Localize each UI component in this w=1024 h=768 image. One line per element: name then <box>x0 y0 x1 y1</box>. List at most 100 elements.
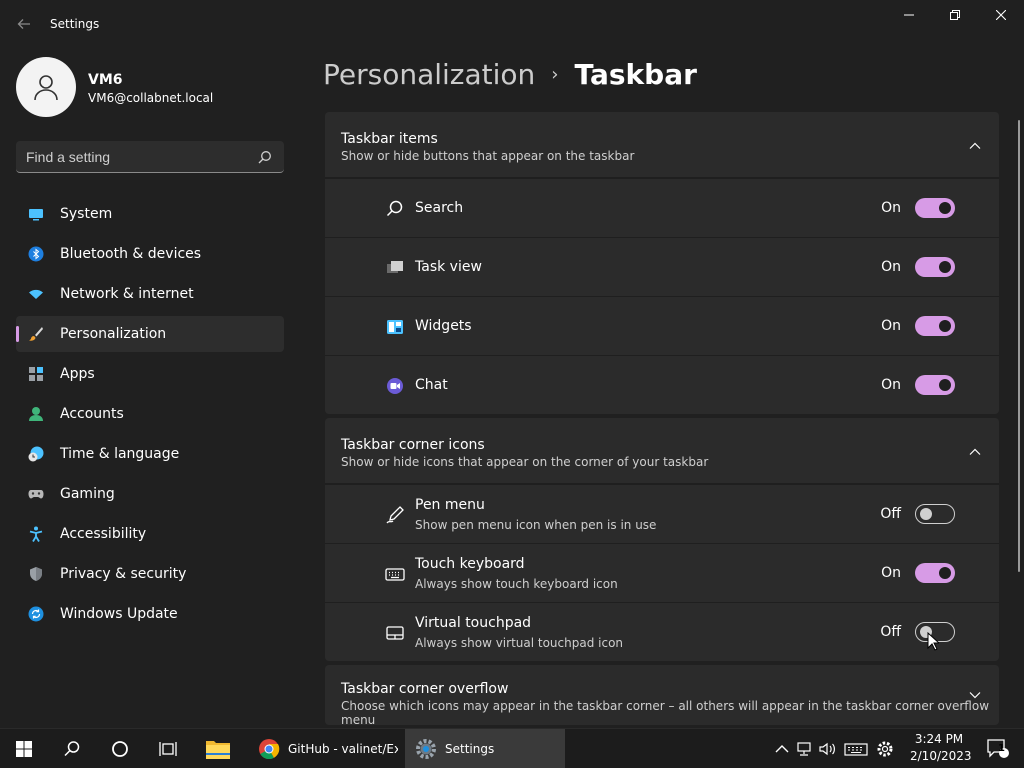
toggle-knob <box>939 567 951 579</box>
chevron-down-icon[interactable] <box>967 687 983 703</box>
back-arrow-icon <box>17 19 30 29</box>
page-title: Taskbar <box>574 58 697 91</box>
sidebar-item-network[interactable]: Network & internet <box>16 276 284 312</box>
setting-label: Pen menu <box>415 497 485 513</box>
close-button[interactable] <box>978 0 1024 32</box>
wifi-icon <box>29 289 43 299</box>
setting-label: Search <box>415 200 464 216</box>
start-button[interactable] <box>4 729 44 768</box>
system-icon <box>29 209 43 221</box>
sidebar-item-gaming[interactable]: Gaming <box>16 476 284 512</box>
chevron-up-icon[interactable] <box>967 138 983 154</box>
toggle-state-label: Off <box>880 506 901 522</box>
pen-icon <box>386 506 404 524</box>
keyboard-icon <box>385 568 405 581</box>
back-button[interactable] <box>12 12 36 36</box>
taskbar-items-section: Taskbar items Show or hide buttons that … <box>325 112 999 414</box>
touchpad-icon <box>386 626 404 640</box>
taskbar-items-header[interactable]: Taskbar items Show or hide buttons that … <box>325 112 999 178</box>
sidebar-item-apps[interactable]: Apps <box>16 356 284 392</box>
bluetooth-icon <box>28 246 44 262</box>
file-explorer-button[interactable] <box>198 729 238 768</box>
search-toggle[interactable] <box>915 198 955 218</box>
notification-center-button[interactable]: 1 <box>978 729 1018 768</box>
setting-label: Task view <box>415 259 482 275</box>
system-tray <box>772 729 894 768</box>
section-title: Taskbar items <box>341 131 438 147</box>
sidebar-item-system[interactable]: System <box>16 196 284 232</box>
settings-gear-icon <box>416 739 436 759</box>
clock-date: 2/10/2023 <box>910 749 972 763</box>
network-icon[interactable] <box>796 741 814 757</box>
toggle-state-label: On <box>881 318 901 334</box>
scrollbar[interactable] <box>1018 120 1020 572</box>
sidebar-item-label: Personalization <box>60 326 167 342</box>
sidebar-item-bluetooth[interactable]: Bluetooth & devices <box>16 236 284 272</box>
task-view-toggle[interactable] <box>915 257 955 277</box>
minimize-icon <box>904 14 914 16</box>
minimize-button[interactable] <box>886 0 932 32</box>
widgets-toggle[interactable] <box>915 316 955 336</box>
sidebar-item-windows-update[interactable]: Windows Update <box>16 596 284 632</box>
pen-menu-toggle[interactable] <box>915 504 955 524</box>
chat-toggle[interactable] <box>915 375 955 395</box>
sidebar-item-label: Network & internet <box>60 286 194 302</box>
brush-icon <box>29 327 43 341</box>
touch-keyboard-toggle[interactable] <box>915 563 955 583</box>
apps-icon <box>29 367 43 381</box>
corner-icons-header[interactable]: Taskbar corner icons Show or hide icons … <box>325 418 999 484</box>
setting-row-virtual-touchpad: Virtual touchpad Always show virtual tou… <box>325 602 999 661</box>
task-view-button[interactable] <box>148 729 188 768</box>
close-icon <box>995 9 1007 21</box>
accounts-icon <box>29 407 43 421</box>
taskbar-app-settings[interactable]: Settings <box>405 729 565 768</box>
clock[interactable]: 3:24 PM 2/10/2023 <box>910 731 972 765</box>
sidebar-item-privacy[interactable]: Privacy & security <box>16 556 284 592</box>
sidebar-item-time-language[interactable]: Time & language <box>16 436 284 472</box>
corner-icons-section: Taskbar corner icons Show or hide icons … <box>325 418 999 661</box>
toggle-state-label: Off <box>880 624 901 640</box>
section-title: Taskbar corner overflow <box>341 681 509 697</box>
chevron-up-icon[interactable] <box>772 741 792 757</box>
toggle-state-label: On <box>881 259 901 275</box>
sidebar-item-accounts[interactable]: Accounts <box>16 396 284 432</box>
taskbar-app-chrome[interactable]: GitHub - valinet/Ex... <box>248 729 403 768</box>
breadcrumb: Personalization › Taskbar <box>323 58 697 91</box>
corner-overflow-section[interactable]: Taskbar corner overflow Choose which ico… <box>325 665 999 727</box>
restore-button[interactable] <box>932 0 978 32</box>
setting-label: Touch keyboard <box>415 556 525 572</box>
volume-icon[interactable] <box>818 741 838 757</box>
widgets-icon <box>387 320 403 334</box>
setting-row-task-view: Task view On <box>325 237 999 296</box>
sidebar-item-accessibility[interactable]: Accessibility <box>16 516 284 552</box>
sidebar-item-label: Accessibility <box>60 526 147 542</box>
chevron-up-icon[interactable] <box>967 444 983 460</box>
search-icon <box>64 741 80 757</box>
breadcrumb-parent[interactable]: Personalization <box>323 58 535 91</box>
cortana-circle-icon <box>112 741 128 757</box>
avatar[interactable] <box>16 57 76 117</box>
sidebar-item-label: Gaming <box>60 486 115 502</box>
toggle-knob <box>920 508 932 520</box>
taskbar-search-button[interactable] <box>52 729 92 768</box>
update-icon <box>28 606 44 622</box>
user-email: VM6@collabnet.local <box>88 91 214 105</box>
section-subtitle: Choose which icons may appear in the tas… <box>341 699 990 727</box>
setting-row-chat: Chat On <box>325 355 999 414</box>
user-icon <box>34 75 58 101</box>
clock-time: 3:24 PM <box>914 732 964 746</box>
sidebar-item-personalization[interactable]: Personalization <box>16 316 284 352</box>
shield-icon <box>30 567 42 581</box>
cortana-button[interactable] <box>100 729 140 768</box>
section-subtitle: Show or hide buttons that appear on the … <box>341 149 635 163</box>
settings-gear-icon[interactable] <box>876 740 894 758</box>
chat-icon <box>387 378 403 394</box>
toggle-knob <box>939 379 951 391</box>
search-icon[interactable] <box>258 149 274 165</box>
notification-count: 1 <box>998 743 1005 754</box>
search-box[interactable] <box>16 141 284 173</box>
search-input[interactable] <box>26 146 246 168</box>
app-title: Settings <box>50 17 100 31</box>
keyboard-icon[interactable] <box>844 741 868 757</box>
windows-logo-icon <box>16 741 32 757</box>
